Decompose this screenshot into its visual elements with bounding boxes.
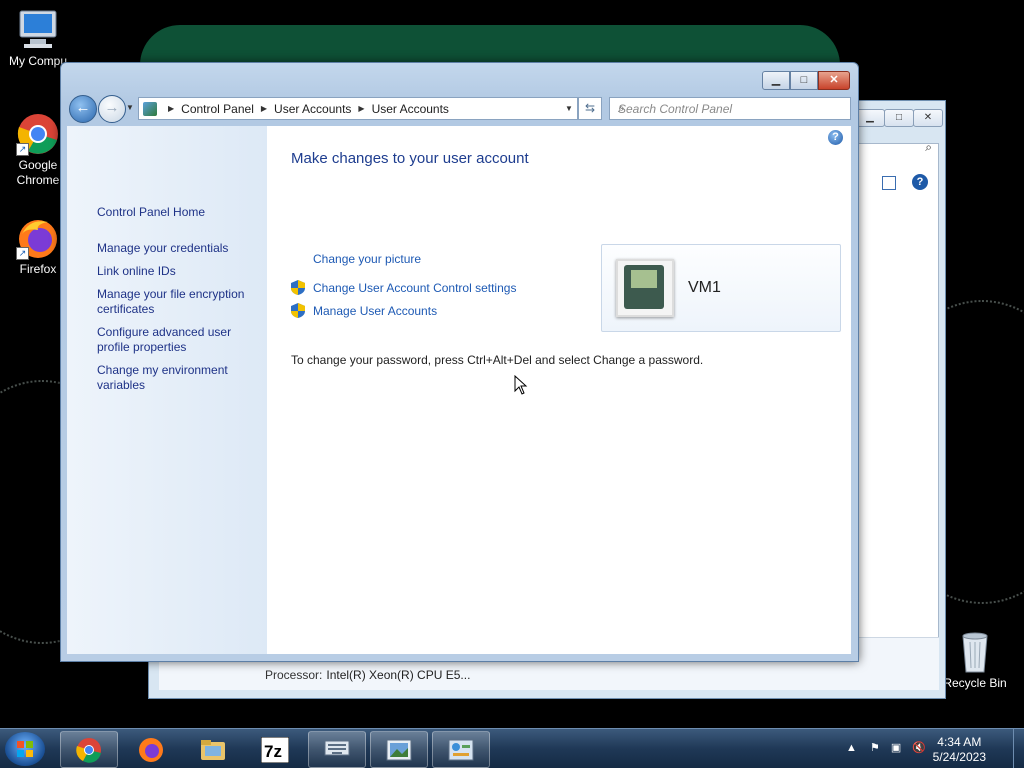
mouse-cursor-icon [514, 375, 528, 395]
user-account-tile: VM1 [601, 244, 841, 332]
7zip-icon: 7z [261, 737, 289, 763]
firefox-icon: ↗ [16, 216, 60, 260]
shortcut-arrow-icon: ↗ [16, 143, 29, 156]
refresh-icon: ⇆ [584, 101, 596, 115]
computer-icon [16, 8, 60, 52]
search-input[interactable]: Search Control Panel ⌕ [609, 97, 851, 120]
refresh-button[interactable]: ⇆ [578, 97, 602, 120]
caption-buttons: ▁ □ ✕ [762, 71, 850, 90]
volume-muted-icon[interactable]: 🔇 [912, 742, 926, 754]
processor-value: Intel(R) Xeon(R) CPU E5... [326, 668, 471, 682]
uac-shield-icon [291, 303, 305, 318]
firefox-icon [139, 738, 163, 762]
taskbar-on-screen-keyboard[interactable] [308, 731, 366, 768]
action-center-icon[interactable]: ⚑ [870, 742, 880, 754]
show-desktop-button[interactable] [1013, 729, 1024, 768]
breadcrumb-user-accounts[interactable]: User Accounts [274, 102, 351, 116]
taskbar-firefox[interactable] [122, 731, 180, 768]
chrome-icon: ↗ [16, 112, 60, 156]
taskbar-7zip[interactable]: 7z [246, 731, 304, 768]
desktop-icon-label: Recycle Bin [943, 676, 1007, 690]
minimize-button[interactable]: ▁ [855, 109, 885, 127]
control-panel-icon [143, 101, 157, 116]
breadcrumb-user-accounts-current[interactable]: User Accounts [372, 102, 449, 116]
close-button[interactable]: ✕ [913, 109, 943, 127]
processor-label: Processor: [265, 668, 323, 682]
search-icon[interactable]: ⌕ [925, 140, 932, 155]
sidebar-environment-variables[interactable]: Change my environment variables [97, 363, 257, 393]
chevron-down-icon[interactable]: ▼ [561, 104, 577, 113]
windows-logo-icon [17, 741, 33, 757]
recent-pages-dropdown[interactable]: ▼ [126, 103, 134, 112]
chevron-right-icon[interactable]: ▶ [261, 104, 267, 113]
network-icon[interactable]: ▣ [891, 742, 901, 754]
sidebar-file-encryption-certificates[interactable]: Manage your file encryption certificates [97, 287, 257, 317]
minimize-button[interactable]: ▁ [762, 71, 790, 90]
shortcut-arrow-icon: ↗ [16, 247, 29, 260]
page-title: Make changes to your user account [291, 150, 529, 167]
processor-info: Processor: Intel(R) Xeon(R) CPU E5... [265, 668, 470, 682]
forward-arrow-icon: → [104, 99, 120, 116]
task-sidebar: Control Panel Home Manage your credentia… [67, 126, 267, 654]
back-arrow-icon: ← [75, 99, 91, 116]
window-client-area: Control Panel Home Manage your credentia… [67, 126, 851, 654]
maximize-button[interactable]: □ [790, 71, 818, 90]
sidebar-link-online-ids[interactable]: Link online IDs [97, 264, 257, 279]
search-icon[interactable]: ⌕ [618, 101, 844, 116]
taskbar-photo-viewer[interactable] [370, 731, 428, 768]
show-hidden-icons-icon[interactable]: ▲ [846, 742, 857, 754]
desktop-icon-my-computer[interactable]: My Compu [3, 8, 73, 69]
game-console-avatar-icon [624, 265, 664, 309]
password-instructions: To change your password, press Ctrl+Alt+… [291, 353, 704, 367]
chevron-right-icon[interactable]: ▶ [358, 104, 364, 113]
clock-time: 4:34 AM [937, 735, 982, 749]
chevron-right-icon[interactable]: ▶ [168, 104, 174, 113]
manage-user-accounts-link[interactable]: Manage User Accounts [313, 304, 437, 318]
svg-text:7z: 7z [264, 742, 282, 761]
recycle-bin-icon [953, 630, 997, 674]
user-picture[interactable] [616, 259, 674, 317]
sidebar-manage-credentials[interactable]: Manage your credentials [97, 241, 257, 256]
taskbar-control-panel[interactable] [432, 731, 490, 768]
help-icon[interactable]: ? [912, 174, 928, 190]
start-button[interactable] [5, 732, 45, 766]
sidebar-advanced-profile-properties[interactable]: Configure advanced user profile properti… [97, 325, 257, 355]
keyboard-icon [324, 740, 350, 756]
clock[interactable]: 4:34 AM 5/24/2023 [933, 735, 986, 765]
account-name: VM1 [688, 279, 721, 296]
uac-settings-link[interactable]: Change User Account Control settings [313, 281, 516, 295]
sidebar-control-panel-home[interactable]: Control Panel Home [97, 205, 257, 220]
taskbar-chrome[interactable] [60, 731, 118, 768]
photo-icon [386, 739, 412, 761]
notification-area: ▲ ⚑ ▣ 🔇 [846, 741, 926, 754]
forward-button[interactable]: → [98, 95, 126, 123]
breadcrumb-control-panel[interactable]: Control Panel [181, 102, 254, 116]
address-bar[interactable]: ▶ Control Panel ▶ User Accounts ▶ User A… [138, 97, 578, 120]
close-button[interactable]: ✕ [818, 71, 850, 90]
uac-shield-icon [291, 280, 305, 295]
folder-icon [201, 740, 225, 760]
user-accounts-window[interactable]: ▁ □ ✕ ← → ▼ ▶ Control Panel ▶ User Accou… [60, 62, 859, 662]
control-panel-icon [448, 739, 474, 761]
desktop-icon-recycle-bin[interactable]: Recycle Bin [940, 630, 1010, 691]
maximize-button[interactable]: □ [884, 109, 914, 127]
chrome-icon [76, 738, 101, 763]
change-picture-link[interactable]: Change your picture [313, 252, 421, 266]
taskbar-file-explorer[interactable] [184, 731, 242, 768]
help-icon[interactable]: ? [828, 130, 843, 145]
back-button[interactable]: ← [69, 95, 97, 123]
taskbar: 7z ▲ ⚑ ▣ 🔇 4:34 AM 5/24/2023 [0, 728, 1024, 768]
clock-date: 5/24/2023 [932, 750, 986, 764]
preview-pane-icon[interactable] [882, 176, 896, 190]
